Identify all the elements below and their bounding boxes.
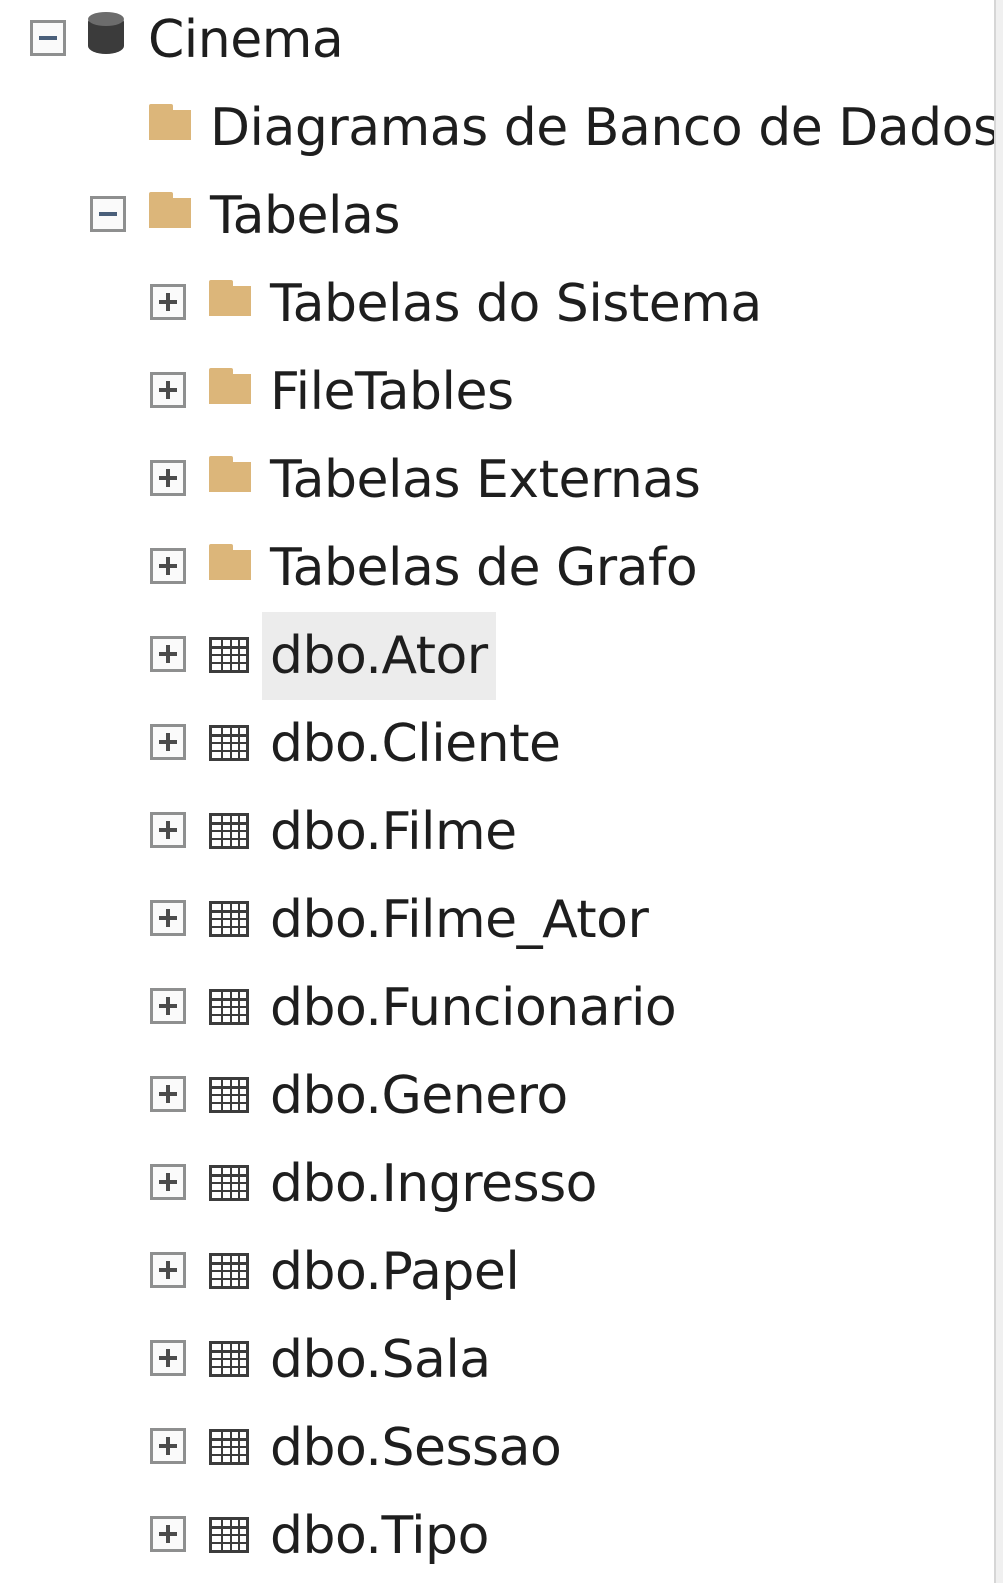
tree-node-graph-tables[interactable]: Tabelas de Grafo [0, 524, 994, 612]
tree-node-system-tables[interactable]: Tabelas do Sistema [0, 260, 994, 348]
tree-node-table[interactable]: dbo.Funcionario [0, 964, 994, 1052]
tree-node-table[interactable]: dbo.Sala [0, 1316, 994, 1404]
tree-node-table[interactable]: dbo.Sessao [0, 1404, 994, 1492]
table-icon [209, 813, 249, 849]
tree-node-diagrams[interactable]: Diagramas de Banco de Dados [0, 84, 1000, 172]
expand-toggle[interactable] [150, 548, 186, 584]
collapse-toggle[interactable] [30, 20, 66, 56]
tree-node-table[interactable]: dbo.Cliente [0, 700, 994, 788]
table-icon [209, 1517, 249, 1553]
tree-node-label[interactable]: dbo.Filme [270, 788, 517, 876]
tree-node-label[interactable]: Tabelas do Sistema [270, 260, 762, 348]
expand-toggle[interactable] [150, 1076, 186, 1112]
expand-toggle[interactable] [150, 812, 186, 848]
tree-node-label[interactable]: dbo.Cliente [270, 700, 561, 788]
folder-icon [148, 104, 192, 142]
expand-toggle[interactable] [150, 1340, 186, 1376]
database-icon [86, 10, 126, 56]
tree-node-table[interactable]: dbo.Filme [0, 788, 994, 876]
tree-node-label[interactable]: dbo.Sessao [270, 1404, 562, 1492]
expand-toggle[interactable] [150, 636, 186, 672]
tree-node-table[interactable]: dbo.Genero [0, 1052, 994, 1140]
tree-node-label[interactable]: dbo.Ingresso [270, 1140, 597, 1228]
expand-toggle[interactable] [150, 372, 186, 408]
tree-node-label[interactable]: Cinema [148, 0, 344, 84]
tree-node-label[interactable]: dbo.Sala [270, 1316, 491, 1404]
tree-node-label[interactable]: dbo.Filme_Ator [270, 876, 649, 964]
table-icon [209, 1077, 249, 1113]
table-icon [209, 1429, 249, 1465]
expand-toggle[interactable] [150, 724, 186, 760]
expand-toggle[interactable] [150, 1428, 186, 1464]
tree-node-label[interactable]: dbo.Tipo [270, 1492, 489, 1580]
table-icon [209, 1165, 249, 1201]
table-icon [209, 637, 249, 673]
tree-node-label[interactable]: Diagramas de Banco de Dados [210, 84, 1000, 172]
folder-icon [208, 544, 252, 582]
tree-node-table[interactable]: dbo.Ator [0, 612, 994, 700]
expand-toggle[interactable] [150, 988, 186, 1024]
tree-node-external-tables[interactable]: Tabelas Externas [0, 436, 994, 524]
tree-node-table[interactable]: dbo.Ingresso [0, 1140, 994, 1228]
folder-icon [208, 368, 252, 406]
tree-node-filetables[interactable]: FileTables [0, 348, 994, 436]
folder-icon [208, 280, 252, 318]
tree-node-label[interactable]: FileTables [270, 348, 514, 436]
expand-toggle[interactable] [150, 284, 186, 320]
tree-node-label[interactable]: Tabelas [210, 172, 400, 260]
tree-node-tables[interactable]: Tabelas [0, 172, 994, 260]
tree-node-label[interactable]: dbo.Papel [270, 1228, 520, 1316]
tree-node-table[interactable]: dbo.Papel [0, 1228, 994, 1316]
table-icon [209, 725, 249, 761]
object-explorer-tree: Cinema Diagramas de Banco de Dados Tabel… [0, 0, 1003, 1583]
expand-toggle[interactable] [150, 460, 186, 496]
folder-icon [208, 456, 252, 494]
table-icon [209, 1341, 249, 1377]
tree-node-table[interactable]: dbo.Tipo [0, 1492, 994, 1580]
expand-toggle[interactable] [150, 900, 186, 936]
tree-node-label[interactable]: Tabelas de Grafo [270, 524, 698, 612]
table-icon [209, 989, 249, 1025]
panel-border [994, 0, 1003, 1583]
tree-node-label[interactable]: dbo.Genero [270, 1052, 568, 1140]
expand-toggle[interactable] [150, 1252, 186, 1288]
tree-node-table[interactable]: dbo.Filme_Ator [0, 876, 994, 964]
expand-toggle[interactable] [150, 1164, 186, 1200]
expand-toggle[interactable] [150, 1516, 186, 1552]
collapse-toggle[interactable] [90, 196, 126, 232]
tree-node-label[interactable]: dbo.Ator [262, 612, 496, 700]
folder-icon [148, 192, 192, 230]
tree-node-label[interactable]: dbo.Funcionario [270, 964, 677, 1052]
table-icon [209, 1253, 249, 1289]
tree-node-label[interactable]: Tabelas Externas [270, 436, 701, 524]
table-icon [209, 901, 249, 937]
tree-node-cinema[interactable]: Cinema [0, 0, 994, 84]
